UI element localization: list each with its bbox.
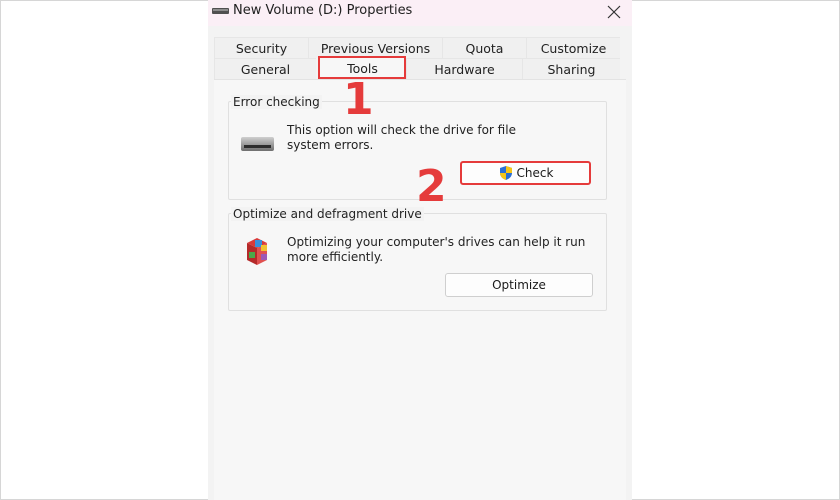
- tab-hardware[interactable]: Hardware: [406, 58, 522, 79]
- check-button[interactable]: Check: [460, 161, 591, 185]
- optimize-description-line1: Optimizing your computer's drives can he…: [287, 235, 586, 249]
- optimize-button[interactable]: Optimize: [445, 273, 593, 297]
- drive-icon: [212, 8, 229, 14]
- tab-sharing[interactable]: Sharing: [522, 58, 620, 79]
- step-2-label: 2: [416, 161, 447, 212]
- optimize-description-line2: more efficiently.: [287, 250, 384, 264]
- close-icon: [607, 5, 621, 19]
- error-checking-description-line1: This option will check the drive for fil…: [287, 123, 516, 137]
- uac-shield-icon: [499, 166, 512, 180]
- defragment-icon: [247, 238, 267, 265]
- optimize-button-label: Optimize: [492, 278, 546, 292]
- optimize-title: Optimize and defragment drive: [231, 207, 424, 221]
- hard-drive-icon: [241, 137, 274, 151]
- window-title: New Volume (D:) Properties: [233, 3, 413, 18]
- tab-quota[interactable]: Quota: [442, 37, 526, 58]
- title-bar: New Volume (D:) Properties: [208, 0, 632, 26]
- check-button-label: Check: [516, 166, 554, 180]
- tab-customize[interactable]: Customize: [526, 37, 620, 58]
- tab-previous-versions[interactable]: Previous Versions: [308, 37, 442, 58]
- properties-dialog: New Volume (D:) Properties Security Prev…: [208, 0, 632, 500]
- step-1-label: 1: [343, 74, 374, 125]
- close-button[interactable]: [596, 0, 632, 24]
- error-checking-title: Error checking: [231, 95, 322, 109]
- error-checking-description-line2: system errors.: [287, 138, 374, 152]
- tab-security[interactable]: Security: [214, 37, 308, 58]
- tab-general[interactable]: General: [214, 58, 316, 79]
